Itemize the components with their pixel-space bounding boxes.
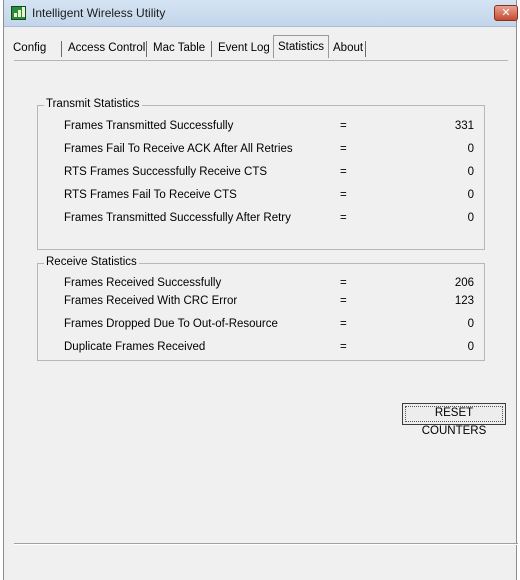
stat-value: 0 — [467, 341, 474, 353]
stat-row: Frames Transmitted Successfully After Re… — [38, 212, 484, 228]
stat-equals: = — [340, 166, 347, 178]
transmit-statistics-group: Transmit Statistics Frames Transmitted S… — [37, 98, 485, 250]
stat-row: RTS Frames Successfully Receive CTS = 0 — [38, 166, 484, 182]
stat-equals: = — [340, 341, 347, 353]
stat-label: Frames Dropped Due To Out-of-Resource — [64, 318, 278, 330]
tab-event-log[interactable]: Event Log — [215, 38, 273, 58]
wireless-utility-icon — [11, 6, 26, 20]
stat-equals: = — [340, 295, 347, 307]
stat-label: Frames Transmitted Successfully After Re… — [64, 212, 291, 224]
stat-label: RTS Frames Successfully Receive CTS — [64, 166, 268, 178]
tab-separator — [61, 41, 62, 57]
stat-equals: = — [340, 318, 347, 330]
stat-row: RTS Frames Fail To Receive CTS = 0 — [38, 189, 484, 205]
stat-label: Duplicate Frames Received — [64, 341, 206, 353]
stat-value: 0 — [467, 189, 474, 201]
stat-label: Frames Transmitted Successfully — [64, 120, 234, 132]
stat-value: 0 — [467, 166, 474, 178]
stat-equals: = — [340, 277, 347, 289]
stat-label: Frames Received With CRC Error — [64, 295, 238, 307]
tab-panel-border — [14, 60, 508, 61]
bottom-divider-highlight — [14, 544, 518, 545]
stat-equals: = — [340, 212, 347, 224]
stat-label: Frames Received Successfully — [64, 277, 222, 289]
focus-rectangle — [405, 406, 503, 422]
stat-value: 0 — [467, 143, 474, 155]
tab-access-control[interactable]: Access Control — [65, 38, 148, 58]
stat-row: Frames Dropped Due To Out-of-Resource = … — [38, 318, 484, 334]
tab-config[interactable]: Config — [10, 38, 49, 58]
tab-separator — [211, 41, 212, 57]
stat-label: Frames Fail To Receive ACK After All Ret… — [64, 143, 293, 155]
receive-statistics-group: Receive Statistics Frames Received Succe… — [37, 256, 485, 361]
stat-row: Frames Fail To Receive ACK After All Ret… — [38, 143, 484, 159]
close-button[interactable]: ✕ — [494, 5, 518, 21]
tab-separator — [146, 41, 147, 57]
stat-value: 123 — [454, 295, 474, 307]
stat-value: 331 — [454, 120, 474, 132]
stat-equals: = — [340, 143, 347, 155]
reset-counters-button[interactable]: RESET COUNTERS — [402, 403, 506, 437]
stat-equals: = — [340, 120, 347, 132]
group-title: Transmit Statistics — [44, 98, 142, 110]
stat-equals: = — [340, 189, 347, 201]
tab-separator — [365, 41, 366, 57]
title-bar[interactable]: Intelligent Wireless Utility ✕ — [4, 0, 518, 27]
stat-row: Frames Transmitted Successfully = 331 — [38, 120, 484, 136]
tab-about[interactable]: About — [330, 38, 366, 58]
tab-mac-table[interactable]: Mac Table — [150, 38, 208, 58]
stat-value: 0 — [467, 212, 474, 224]
app-window: Intelligent Wireless Utility ✕ Config Ac… — [3, 0, 518, 580]
close-icon: ✕ — [501, 7, 511, 19]
stat-label: RTS Frames Fail To Receive CTS — [64, 189, 237, 201]
stat-value: 206 — [454, 277, 474, 289]
stat-row: Duplicate Frames Received = 0 — [38, 341, 484, 357]
window-title: Intelligent Wireless Utility — [32, 6, 166, 20]
tab-statistics[interactable]: Statistics — [273, 35, 330, 58]
stat-row: Frames Received With CRC Error = 123 — [38, 295, 484, 311]
group-title: Receive Statistics — [44, 256, 139, 268]
tab-bar: Config Access Control Mac Table Event Lo… — [10, 35, 512, 60]
stat-value: 0 — [467, 318, 474, 330]
stat-row: Frames Received Successfully = 206 — [38, 277, 484, 293]
